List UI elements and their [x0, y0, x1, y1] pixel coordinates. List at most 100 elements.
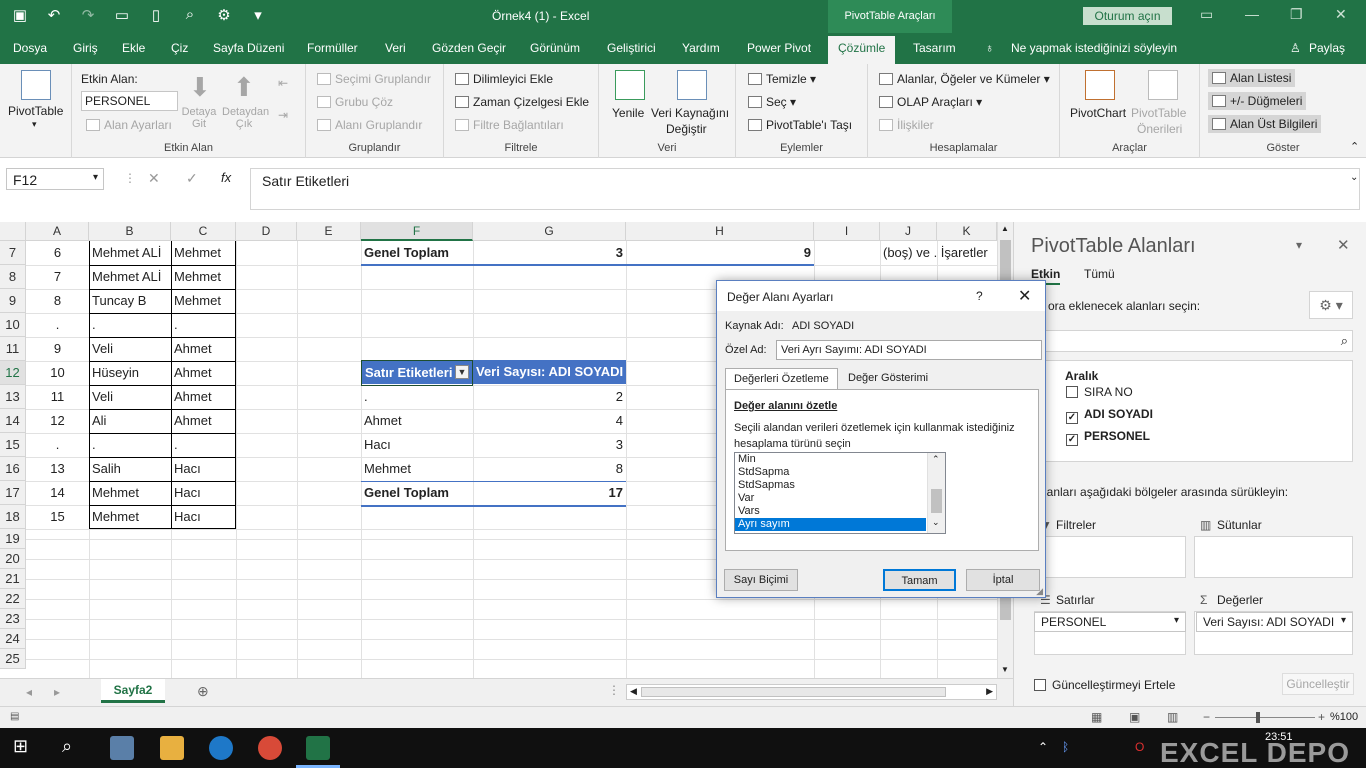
field-settings-button[interactable]: Alan Ayarları: [86, 118, 172, 132]
cell-a[interactable]: 14: [26, 481, 89, 505]
change-source-button[interactable]: Veri Kaynağını: [651, 106, 729, 120]
zoom-slider[interactable]: [1215, 717, 1315, 718]
normal-view-icon[interactable]: ▦: [1091, 710, 1102, 724]
cell-b[interactable]: Mehmet: [89, 481, 171, 505]
pivot-row-label[interactable]: Ahmet: [361, 409, 473, 433]
row-header[interactable]: 10: [0, 313, 26, 337]
custom-name-input[interactable]: Veri Ayrı Sayımı: ADI SOYADI: [776, 340, 1042, 360]
insert-function-icon[interactable]: fx: [221, 170, 231, 185]
top-pivot-total-g[interactable]: 3: [473, 241, 626, 265]
cell-b[interactable]: Veli: [89, 337, 171, 361]
list-item[interactable]: Min: [735, 453, 926, 466]
cell-b[interactable]: Ali: [89, 409, 171, 433]
ok-button[interactable]: Tamam: [883, 569, 956, 591]
list-item[interactable]: Vars: [735, 505, 926, 518]
pivottable-icon[interactable]: [21, 70, 51, 100]
column-header[interactable]: J: [880, 222, 937, 241]
list-scroll-down-icon[interactable]: ⌄: [932, 517, 940, 528]
row-header[interactable]: 22: [0, 589, 26, 609]
sheet-prev-icon[interactable]: ◂: [26, 685, 32, 699]
page-layout-view-icon[interactable]: ▣: [1129, 710, 1140, 724]
cell-a[interactable]: 11: [26, 385, 89, 409]
cell-b[interactable]: Mehmet: [89, 505, 171, 529]
tab-yardim[interactable]: Yardım: [682, 41, 720, 55]
resize-grip-icon[interactable]: ◢: [1036, 586, 1043, 597]
row-header[interactable]: 8: [0, 265, 26, 289]
row-header[interactable]: 11: [0, 337, 26, 361]
cell-c[interactable]: Mehmet: [171, 289, 236, 313]
horizontal-scrollbar[interactable]: ◀ ▶: [626, 684, 997, 700]
name-box[interactable]: F12 ▾: [6, 168, 104, 190]
tab-power-pivot[interactable]: Power Pivot: [747, 41, 811, 55]
cell-a[interactable]: 13: [26, 457, 89, 481]
chevron-down-icon[interactable]: ▾: [32, 119, 37, 130]
tab-tasarim[interactable]: Tasarım: [913, 41, 956, 55]
cell-a[interactable]: 10: [26, 361, 89, 385]
row-header[interactable]: 19: [0, 529, 26, 549]
tab-gozden-gecir[interactable]: Gözden Geçir: [432, 41, 506, 55]
checkbox-unchecked[interactable]: [1066, 386, 1078, 398]
chevron-down-icon[interactable]: ▾: [1341, 615, 1346, 626]
column-header[interactable]: B: [89, 222, 171, 241]
column-header[interactable]: C: [171, 222, 236, 241]
tab-ekle[interactable]: Ekle: [122, 41, 145, 55]
pivotchart-icon[interactable]: [1085, 70, 1115, 100]
columns-drop-area[interactable]: [1194, 536, 1353, 578]
pivot-row-label[interactable]: .: [361, 385, 473, 409]
row-header[interactable]: 13: [0, 385, 26, 409]
pivot-row-value[interactable]: 8: [473, 457, 626, 481]
pivot-row-value[interactable]: 4: [473, 409, 626, 433]
cell-c[interactable]: .: [171, 433, 236, 457]
pivot-row-value[interactable]: 3: [473, 433, 626, 457]
drill-up-button[interactable]: Detaydan Çık: [222, 106, 269, 130]
field-headers-button[interactable]: Alan Üst Bilgileri: [1208, 115, 1322, 133]
cell-c[interactable]: Hacı: [171, 481, 236, 505]
pivot-grand-total-value[interactable]: 17: [473, 481, 626, 505]
row-header[interactable]: 14: [0, 409, 26, 433]
column-header[interactable]: A: [26, 222, 89, 241]
scroll-left-icon[interactable]: ◀: [630, 686, 637, 697]
tab-giris[interactable]: Giriş: [73, 41, 98, 55]
cell-a[interactable]: 7: [26, 265, 89, 289]
fields-items-sets-button[interactable]: Alanlar, Öğeler ve Kümeler ▾: [879, 72, 1050, 86]
new-icon[interactable]: ▯: [146, 6, 166, 24]
change-source-icon[interactable]: [677, 70, 707, 100]
page-break-view-icon[interactable]: ▥: [1167, 710, 1178, 724]
row-header[interactable]: 7: [0, 241, 26, 265]
refresh-button[interactable]: Yenile: [612, 106, 644, 120]
file-explorer-icon[interactable]: [160, 736, 184, 760]
row-header[interactable]: 23: [0, 609, 26, 629]
row-header[interactable]: 17: [0, 481, 26, 505]
pivot-grand-total-label[interactable]: Genel Toplam: [361, 481, 473, 505]
drill-down-button[interactable]: Detaya Git: [181, 106, 217, 130]
list-scrollbar[interactable]: ⌃ ⌄: [927, 453, 945, 533]
values-field-dropdown[interactable]: Veri Sayısı: ADI SOYADI ▾: [1196, 612, 1353, 632]
row-header[interactable]: 24: [0, 629, 26, 649]
customize-icon[interactable]: ⚙: [214, 6, 234, 24]
scroll-right-icon[interactable]: ▶: [986, 686, 993, 697]
cell-b[interactable]: Mehmet ALİ: [89, 241, 171, 265]
scroll-down-icon[interactable]: ▼: [1001, 665, 1009, 674]
cell-c[interactable]: Mehmet: [171, 241, 236, 265]
cell-c[interactable]: Ahmet: [171, 385, 236, 409]
dialog-help-icon[interactable]: ?: [976, 289, 983, 303]
move-pivottable-button[interactable]: PivotTable'ı Taşı: [748, 118, 852, 132]
field-item[interactable]: SIRA NO: [1066, 385, 1133, 399]
field-item[interactable]: ✓ PERSONEL: [1066, 429, 1150, 446]
open-icon[interactable]: ▭: [112, 6, 132, 24]
rows-field-dropdown[interactable]: PERSONEL ▾: [1034, 612, 1186, 632]
row-header[interactable]: 15: [0, 433, 26, 457]
list-scroll-up-icon[interactable]: ⌃: [932, 454, 940, 465]
cell-c[interactable]: Ahmet: [171, 337, 236, 361]
column-header[interactable]: H: [626, 222, 814, 241]
zoom-level[interactable]: %100: [1330, 711, 1358, 723]
refresh-icon[interactable]: [615, 70, 645, 100]
macro-record-icon[interactable]: ▤: [10, 711, 19, 722]
list-item[interactable]: StdSapma: [735, 466, 926, 479]
minimize-icon[interactable]: —: [1245, 6, 1259, 22]
share-button[interactable]: Paylaş: [1309, 41, 1345, 55]
filters-drop-area[interactable]: [1034, 536, 1186, 578]
row-header[interactable]: 25: [0, 649, 26, 669]
qat-dropdown-icon[interactable]: ▾: [248, 6, 268, 24]
tab-summarize-values[interactable]: Değerleri Özetleme: [725, 368, 838, 390]
